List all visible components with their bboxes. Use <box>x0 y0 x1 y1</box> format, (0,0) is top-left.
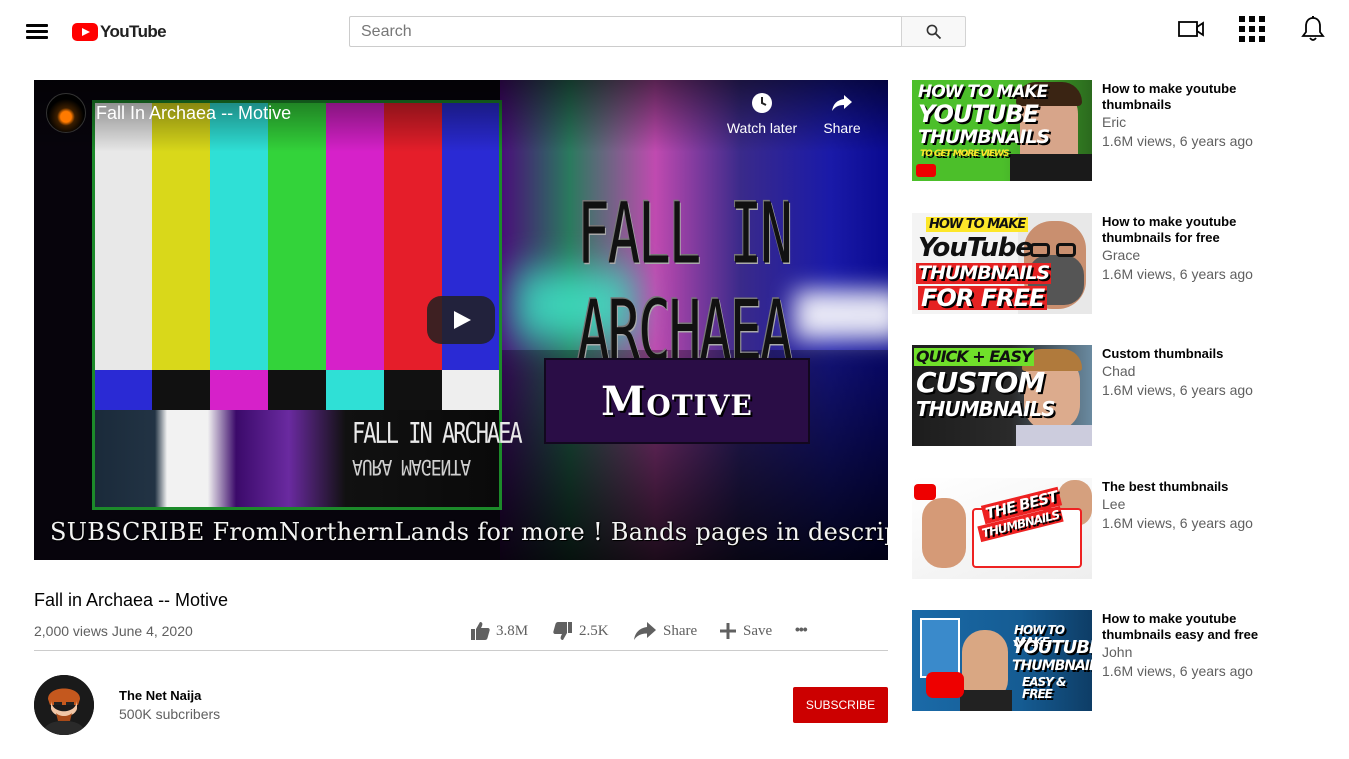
thumbnail-text: THUMBNAILS <box>918 126 1050 148</box>
video-thumbnail[interactable]: HOW TO MAKE YOUTUBE THUMBNAILS EASY & FR… <box>912 610 1092 711</box>
thumbnail-text: HOW TO MAKE <box>926 217 1029 232</box>
recommended-video[interactable]: QUICK + EASY CUSTOM THUMBNAILS Custom th… <box>912 345 1332 446</box>
thumbnail-text: YOUTUBE <box>1012 637 1092 658</box>
recommended-video[interactable]: HOW TO MAKE YOUTUBE THUMBNAILS EASY & FR… <box>912 610 1332 711</box>
share-action-label: Share <box>663 622 698 639</box>
thumbs-up-icon <box>471 622 490 640</box>
recommended-video[interactable]: HOW TO MAKE YouTube THUMBNAILS FOR FREE … <box>912 213 1332 314</box>
recommended-title[interactable]: How to make youtube thumbnails for free <box>1102 214 1302 246</box>
video-title: Fall in Archaea -- Motive <box>34 590 229 610</box>
watch-later-button[interactable]: Watch later <box>722 92 802 136</box>
dislike-button[interactable]: 2.5K <box>553 618 609 644</box>
search-button[interactable] <box>901 16 966 47</box>
apps-grid-icon[interactable] <box>1238 15 1266 43</box>
thumbnail-text: QUICK + EASY <box>914 347 1034 366</box>
recommended-title[interactable]: How to make youtube thumbnails <box>1102 81 1302 113</box>
thumbnail-text: CUSTOM <box>916 366 1045 399</box>
recommended-channel[interactable]: John <box>1102 644 1132 660</box>
album-art-text: AURA MAGENTA <box>352 453 471 480</box>
save-button[interactable]: Save <box>719 618 772 644</box>
share-action-button[interactable]: Share <box>633 618 697 644</box>
thumbnail-text: THUMBNAILS <box>916 397 1056 421</box>
album-art-text: FALL IN ARCHAEA <box>352 418 523 451</box>
search-input[interactable] <box>350 17 901 46</box>
youtube-play-icon <box>926 672 964 698</box>
subscribe-button[interactable]: SUBSCRIBE <box>793 687 888 723</box>
more-icon: ••• <box>795 621 808 637</box>
recommended-video[interactable]: HOW TO MAKE YOUTUBE THUMBNAILS TO GET MO… <box>912 80 1332 181</box>
artwork-title: FALL IN ARCHAEA <box>577 185 793 381</box>
clock-icon <box>752 93 772 113</box>
share-arrow-icon <box>832 95 852 111</box>
youtube-play-icon <box>914 484 936 500</box>
menu-icon[interactable] <box>26 24 48 40</box>
artwork-banner: SUBSCRIBE FromNorthernLands for more ! B… <box>50 518 888 546</box>
artwork-subtitle: Motive <box>601 377 753 425</box>
thumbnail-text: TO GET MORE VIEWS <box>920 149 1009 159</box>
search-box <box>349 16 902 47</box>
play-button[interactable] <box>427 296 495 344</box>
logo-text: YouTube <box>100 22 167 41</box>
recommended-title[interactable]: Custom thumbnails <box>1102 346 1302 362</box>
watch-later-label: Watch later <box>726 120 798 136</box>
recommended-meta: 1.6M views, 6 years ago <box>1102 663 1253 679</box>
youtube-play-icon <box>916 164 936 177</box>
video-thumbnail[interactable]: THE BEST THUMBNAILS <box>912 478 1092 579</box>
thumbnail-text: EASY & FREE <box>1022 675 1066 701</box>
recommended-video[interactable]: THE BEST THUMBNAILS The best thumbnails … <box>912 478 1332 579</box>
divider <box>34 650 888 651</box>
video-thumbnail[interactable]: HOW TO MAKE YouTube THUMBNAILS FOR FREE <box>912 213 1092 314</box>
recommended-title[interactable]: How to make youtube thumbnails easy and … <box>1102 611 1302 643</box>
player-title[interactable]: Fall In Archaea -- Motive <box>96 103 291 124</box>
thumbnail-text: YouTube <box>918 233 1033 263</box>
thumbnail-text: THUMBNAILS <box>1012 658 1092 674</box>
youtube-play-icon <box>72 23 98 41</box>
notifications-bell-icon[interactable] <box>1299 15 1327 43</box>
thumbs-down-icon <box>553 622 572 640</box>
thumbnail-text: THUMBNAILS <box>916 262 1052 284</box>
recommended-meta: 1.6M views, 6 years ago <box>1102 266 1253 282</box>
thumbnail-text: HOW TO MAKE <box>918 82 1048 102</box>
recommended-meta: 1.6M views, 6 years ago <box>1102 133 1253 149</box>
like-button[interactable]: 3.8M <box>470 618 528 644</box>
thumbnail-text: FOR FREE <box>918 286 1048 310</box>
like-count: 3.8M <box>496 622 529 639</box>
save-label: Save <box>743 622 773 639</box>
share-label: Share <box>823 120 861 136</box>
subscriber-count: 500K subcribers <box>119 706 221 722</box>
thumbnail-text: YOUTUBE <box>918 100 1039 128</box>
share-arrow-icon <box>634 622 656 640</box>
video-thumbnail[interactable]: QUICK + EASY CUSTOM THUMBNAILS <box>912 345 1092 446</box>
create-video-icon[interactable] <box>1177 15 1205 43</box>
channel-name[interactable]: The Net Naija <box>119 688 201 703</box>
video-thumbnail[interactable]: HOW TO MAKE YOUTUBE THUMBNAILS TO GET MO… <box>912 80 1092 181</box>
recommended-channel[interactable]: Grace <box>1102 247 1140 263</box>
video-player[interactable]: FALL IN ARCHAEA AURA MAGENTA FALL IN ARC… <box>34 80 888 560</box>
recommended-channel[interactable]: Eric <box>1102 114 1126 130</box>
top-bar: YouTube <box>0 0 1349 64</box>
avatar[interactable] <box>34 675 94 735</box>
channel-icon[interactable] <box>46 93 86 133</box>
recommended-title[interactable]: The best thumbnails <box>1102 479 1302 495</box>
recommended-meta: 1.6M views, 6 years ago <box>1102 515 1253 531</box>
recommended-channel[interactable]: Lee <box>1102 496 1125 512</box>
recommended-meta: 1.6M views, 6 years ago <box>1102 382 1253 398</box>
more-actions-button[interactable]: ••• <box>795 616 808 642</box>
artwork-subtitle-box: Motive <box>544 358 810 444</box>
search-icon <box>926 24 942 40</box>
video-meta: 2,000 views June 4, 2020 <box>34 623 193 639</box>
add-icon <box>720 623 736 639</box>
youtube-logo[interactable]: YouTube <box>72 22 167 42</box>
recommended-channel[interactable]: Chad <box>1102 363 1135 379</box>
share-button[interactable]: Share <box>802 92 882 136</box>
dislike-count: 2.5K <box>579 622 609 639</box>
